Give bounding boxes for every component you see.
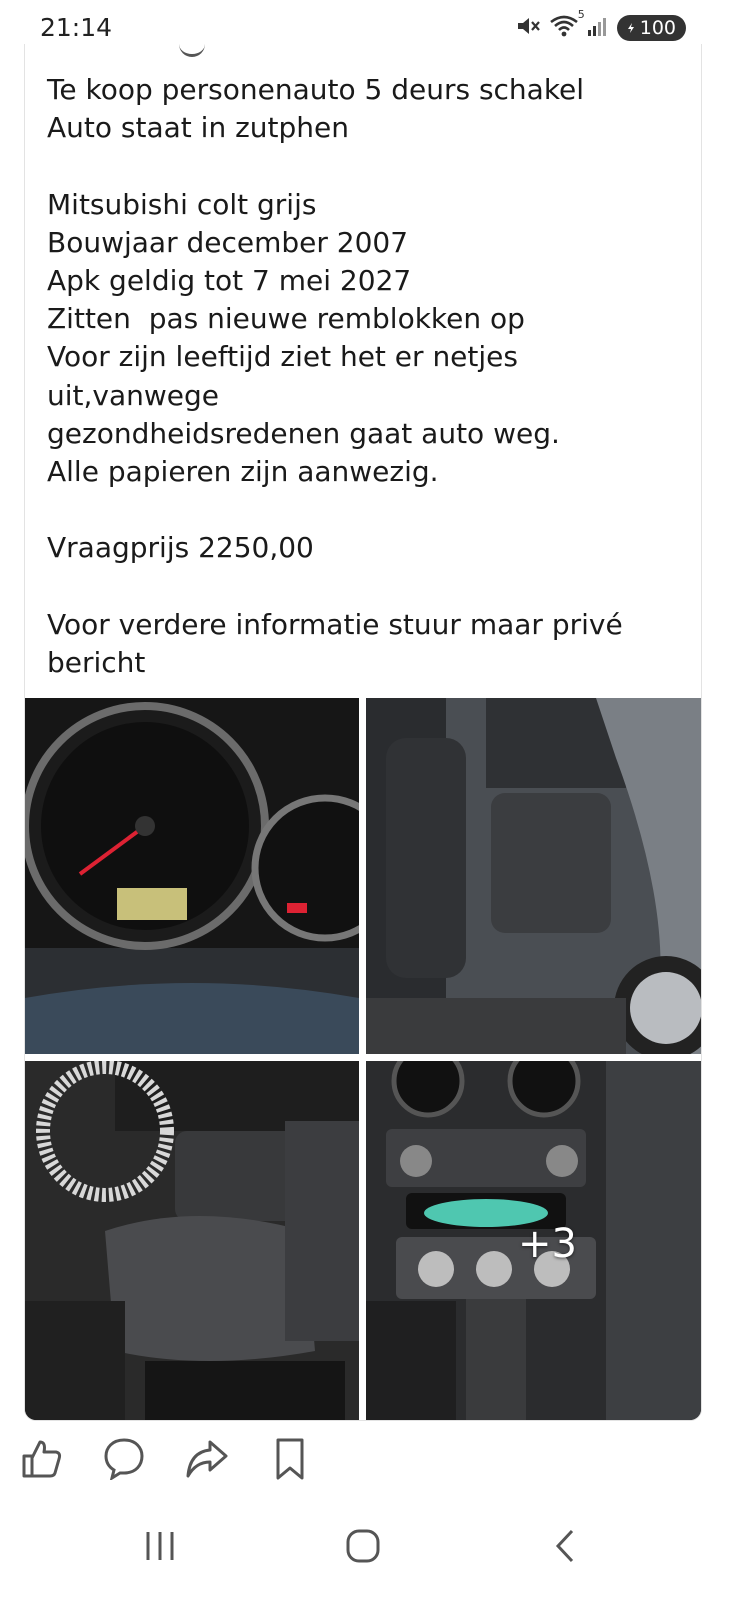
post-line: Vraagprijs 2250,00	[47, 531, 314, 565]
reaction-icon	[179, 44, 205, 57]
post-line: Voor zijn leeftijd ziet het er netjes	[47, 340, 518, 374]
photo-rear-seats[interactable]	[366, 698, 701, 1054]
post-line: Te koop personenauto 5 deurs schakel	[47, 73, 585, 106]
post-text: Te koop personenauto 5 deurs schakel Aut…	[47, 71, 687, 682]
photo-dashboard[interactable]	[25, 698, 359, 1054]
post-line: uit,vanwege	[47, 378, 220, 412]
home-button[interactable]	[333, 1516, 393, 1576]
like-button[interactable]	[20, 1436, 66, 1482]
save-icon	[268, 1438, 312, 1484]
post-line: Bouwjaar december 2007	[47, 225, 409, 259]
post-line: Mitsubishi colt grijs	[47, 187, 317, 221]
post-line	[47, 491, 687, 529]
share-icon	[184, 1440, 228, 1484]
post-line: Voor verdere informatie stuur maar privé	[47, 607, 623, 641]
post-line	[47, 568, 687, 606]
like-icon	[20, 1440, 64, 1484]
action-bar	[0, 1436, 738, 1486]
status-icons: 5 100	[515, 8, 686, 42]
nav-bar	[0, 1486, 738, 1600]
post-line: bericht	[47, 646, 146, 679]
wifi-badge: 5	[577, 8, 585, 21]
post-line: Apk geldig tot 7 mei 2027	[47, 264, 412, 297]
photo-driver-seat[interactable]	[25, 1061, 359, 1420]
photo-center-console[interactable]: +3	[366, 1061, 701, 1420]
signal-icon	[587, 15, 609, 41]
more-photos-count: +3	[518, 1221, 577, 1267]
comment-button[interactable]	[102, 1436, 148, 1482]
home-icon	[333, 1529, 393, 1580]
post-card: Te koop personenauto 5 deurs schakel Aut…	[24, 44, 702, 1421]
post-line: Alle papieren zijn aanwezig.	[47, 455, 439, 489]
comment-icon	[102, 1438, 146, 1484]
post-line: gezondheidsredenen gaat auto weg.	[47, 416, 560, 450]
mute-icon	[515, 14, 541, 42]
photo-grid: +3	[25, 698, 701, 1420]
status-time: 21:14	[40, 13, 113, 42]
share-button[interactable]	[184, 1436, 230, 1482]
post-line: Zitten pas nieuwe remblokken op	[47, 302, 525, 336]
battery-icon: 100	[616, 15, 686, 41]
wifi-icon: 5	[549, 8, 585, 42]
recent-apps-button[interactable]	[130, 1516, 190, 1576]
back-icon	[536, 1529, 596, 1580]
post-line	[47, 147, 687, 185]
save-button[interactable]	[268, 1436, 314, 1482]
recent-apps-icon	[130, 1532, 190, 1580]
back-button[interactable]	[536, 1516, 596, 1576]
battery-level: 100	[639, 17, 676, 39]
post-line: Auto staat in zutphen	[47, 111, 350, 145]
